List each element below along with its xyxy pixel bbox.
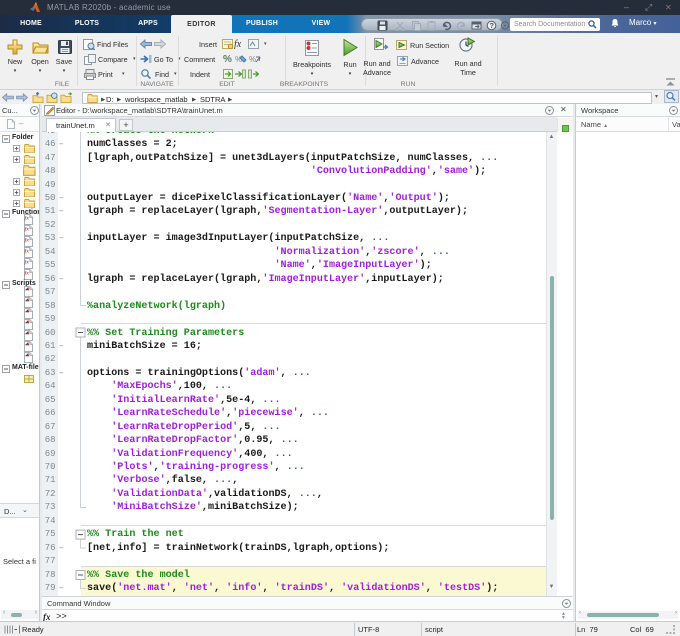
svg-text:%: % [249,55,256,64]
svg-text:%: % [223,54,232,64]
svg-text:fx: fx [234,39,242,49]
svg-text:?: ? [490,23,494,30]
